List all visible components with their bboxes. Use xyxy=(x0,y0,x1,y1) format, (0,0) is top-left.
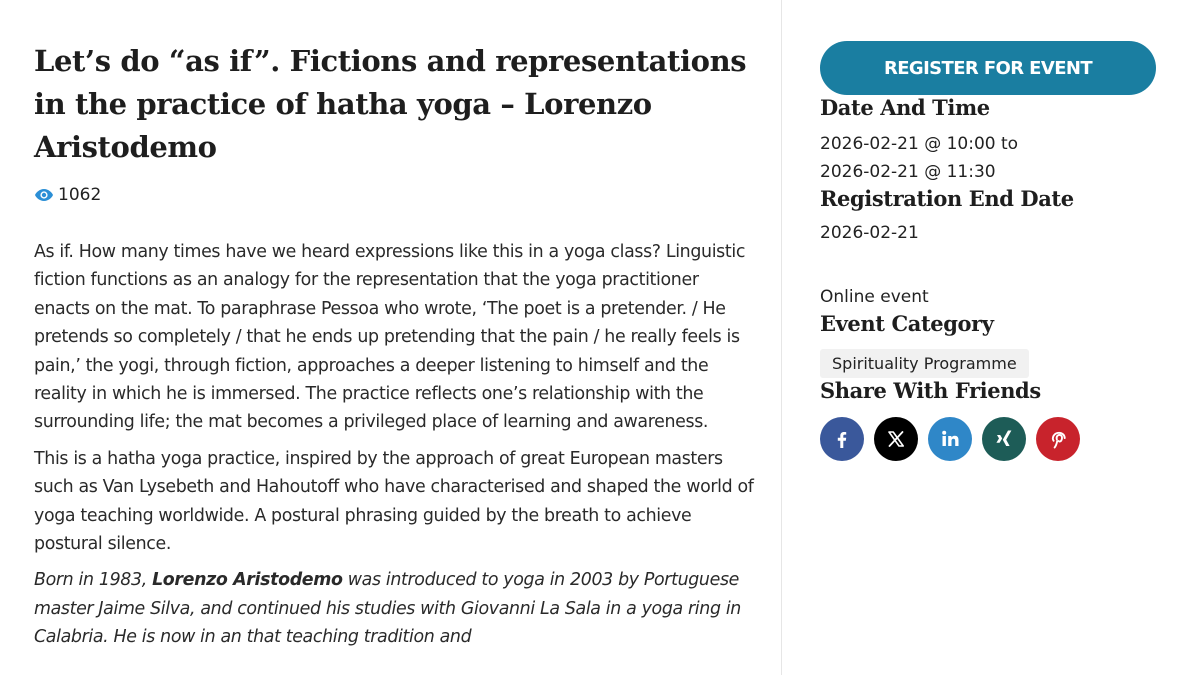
linkedin-icon xyxy=(942,430,959,446)
share-buttons xyxy=(820,417,1160,461)
bio-name: Lorenzo Aristodemo xyxy=(152,570,343,591)
event-start: 2026-02-21 @ 10:00 to xyxy=(820,134,1019,154)
description-paragraph: As if. How many times have we heard expr… xyxy=(34,242,746,433)
event-date-time: 2026-02-21 @ 10:00 to 2026-02-21 @ 11:30 xyxy=(820,130,1160,186)
xing-share-button[interactable] xyxy=(982,417,1026,461)
linkedin-share-button[interactable] xyxy=(928,417,972,461)
registration-end-date: 2026-02-21 xyxy=(820,223,919,243)
description-paragraph: This is a hatha yoga practice, inspired … xyxy=(34,448,754,555)
x-icon xyxy=(888,431,904,447)
view-count-value: 1062 xyxy=(58,185,102,205)
event-end: 2026-02-21 @ 11:30 xyxy=(820,162,996,182)
category-tag[interactable]: Spirituality Programme xyxy=(820,349,1029,378)
x-share-button[interactable] xyxy=(874,417,918,461)
date-time-heading: Date And Time xyxy=(820,95,990,120)
online-event-label: Online event xyxy=(820,287,929,307)
view-count: 1062 xyxy=(34,185,754,205)
bio-prefix: Born in 1983, xyxy=(34,570,153,591)
register-button[interactable]: REGISTER FOR EVENT xyxy=(820,41,1156,95)
bio-paragraph: Born in 1983, Lorenzo Aristodemo was int… xyxy=(34,566,754,651)
event-category-heading: Event Category xyxy=(820,311,994,336)
pinterest-icon xyxy=(1051,431,1066,449)
column-divider xyxy=(781,0,782,675)
xing-icon xyxy=(996,430,1012,446)
eye-icon xyxy=(35,189,53,201)
pinterest-share-button[interactable] xyxy=(1036,417,1080,461)
event-main-content: Let’s do “as if”. Fictions and represent… xyxy=(34,40,754,660)
share-heading: Share With Friends xyxy=(820,378,1041,403)
facebook-share-button[interactable] xyxy=(820,417,864,461)
event-description: As if. How many times have we heard expr… xyxy=(34,238,754,652)
facebook-icon xyxy=(837,432,847,448)
event-title: Let’s do “as if”. Fictions and represent… xyxy=(34,44,747,164)
event-sidebar: REGISTER FOR EVENT Date And Time 2026-02… xyxy=(820,41,1160,461)
registration-end-heading: Registration End Date xyxy=(820,186,1074,211)
